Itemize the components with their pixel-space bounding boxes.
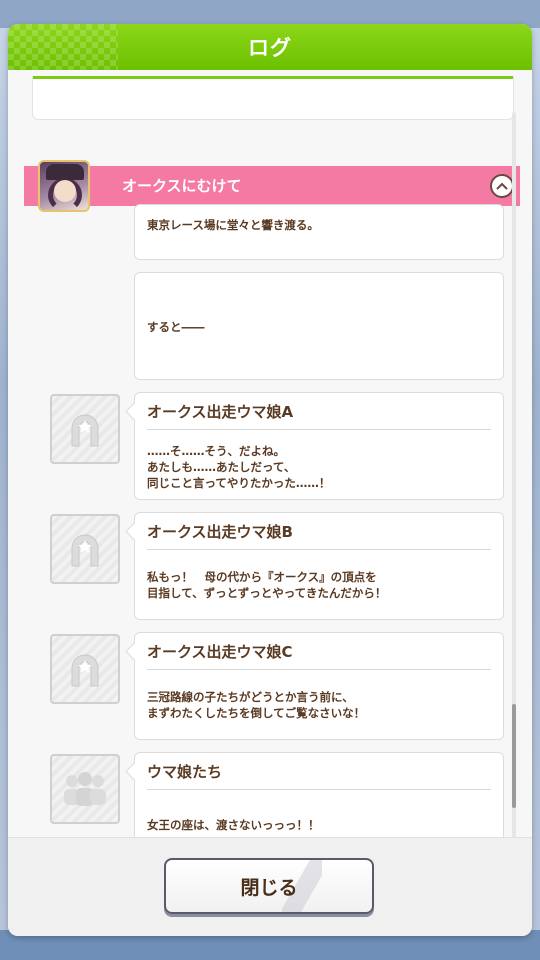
close-button[interactable]: 閉じる: [164, 858, 374, 914]
speaker-name: オークス出走ウマ娘B: [147, 523, 293, 541]
speaker-avatar: [50, 514, 120, 584]
dialog-header: ログ: [8, 24, 532, 70]
speaker-name: ウマ娘たち: [147, 763, 223, 781]
character-portrait: [38, 160, 90, 212]
header-pattern: [8, 24, 118, 70]
speaker-avatar: [50, 634, 120, 704]
chevron-up-icon[interactable]: [490, 174, 514, 198]
entry-text: 私もっ！ 母の代から『オークス』の頂点を 目指して、ずっとずっとやってきたんだか…: [147, 570, 387, 600]
previous-chapter-card: [32, 76, 514, 120]
log-entry: オークス出走ウマ娘C 三冠路線の子たちがどうとか言う前に、 まずわたくしたちを倒…: [125, 632, 504, 740]
chapter-title: オークスにむけて: [122, 177, 242, 195]
horseshoe-icon: [71, 414, 99, 447]
speaker-name: オークス出走ウマ娘C: [147, 643, 293, 661]
dialog-footer: 閉じる: [8, 837, 532, 936]
chapter-header[interactable]: オークスにむけて: [24, 166, 520, 206]
entry-text: すると――: [147, 320, 205, 334]
log-scroll-area[interactable]: オークスにむけて 東京レース場に堂々と響き渡る。 すると―― オークス出走ウマ娘…: [24, 76, 520, 860]
chapter-progress-line: [33, 76, 513, 79]
log-dialog: ログ オークスにむけて 東京レース場に堂々と響き渡る。 すると―― オークス出走…: [8, 24, 532, 936]
log-entry: オークス出走ウマ娘B 私もっ！ 母の代から『オークス』の頂点を 目指して、ずっと…: [125, 512, 504, 620]
speaker-name: オークス出走ウマ娘A: [147, 403, 294, 421]
speaker-avatar: [50, 754, 120, 824]
close-button-label: 閉じる: [240, 876, 298, 899]
dialog-title: ログ: [248, 36, 292, 60]
log-entry: すると――: [134, 272, 504, 380]
entry-text: 東京レース場に堂々と響き渡る。: [147, 218, 319, 232]
scrollbar-thumb[interactable]: [512, 704, 516, 808]
horseshoe-icon: [71, 654, 99, 687]
group-icon: [64, 772, 106, 806]
log-entry: 東京レース場に堂々と響き渡る。: [134, 204, 504, 260]
speaker-avatar: [50, 394, 120, 464]
entry-text: 三冠路線の子たちがどうとか言う前に、 まずわたくしたちを倒してご覧なさいな！: [147, 690, 366, 720]
log-entry: オークス出走ウマ娘A ……そ……そう、だよね。 あたしも……あたしだって、 同じ…: [125, 392, 504, 500]
entry-text: ……そ……そう、だよね。 あたしも……あたしだって、 同じこと言ってやりたかった…: [147, 444, 331, 490]
entry-text: 女王の座は、渡さないっっっ！！: [147, 818, 320, 832]
horseshoe-icon: [71, 534, 99, 567]
